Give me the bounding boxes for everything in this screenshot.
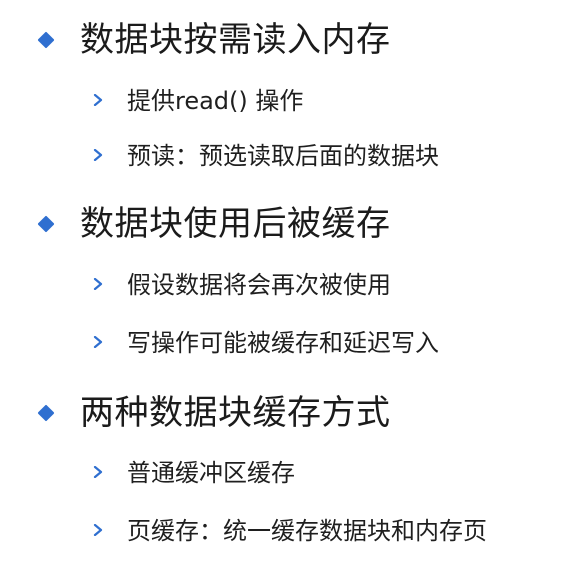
section-title: 数据块按需读入内存 [80,20,391,60]
list-item-text: 预读：预选读取后面的数据块 [127,142,439,170]
chevron-right-icon [93,149,103,161]
list-item: 页缓存：统一缓存数据块和内存页 [0,514,565,548]
list-item-text: 写操作可能被缓存和延迟写入 [127,329,439,357]
chevron-right-icon [93,524,103,536]
diamond-icon [37,31,55,49]
chevron-right-icon [93,278,103,290]
list-item: 假设数据将会再次被使用 [0,268,565,302]
list-item: 写操作可能被缓存和延迟写入 [0,326,565,360]
chevron-right-icon [93,336,103,348]
list-item: 提供read() 操作 [0,84,565,118]
section-title: 两种数据块缓存方式 [80,393,391,433]
diamond-icon [37,215,55,233]
chevron-right-icon [93,466,103,478]
slide: 数据块按需读入内存 提供read() 操作 预读：预选读取后面的数据块 数据块使… [0,0,565,565]
diamond-icon [37,404,55,422]
list-item: 普通缓冲区缓存 [0,456,565,490]
list-item-text: 假设数据将会再次被使用 [127,271,391,299]
section-title: 数据块使用后被缓存 [80,204,391,244]
list-item-text: 页缓存：统一缓存数据块和内存页 [127,517,487,545]
chevron-right-icon [93,94,103,106]
list-item: 预读：预选读取后面的数据块 [0,139,565,173]
list-item-text: 提供read() 操作 [127,87,304,115]
list-item-text: 普通缓冲区缓存 [127,459,295,487]
